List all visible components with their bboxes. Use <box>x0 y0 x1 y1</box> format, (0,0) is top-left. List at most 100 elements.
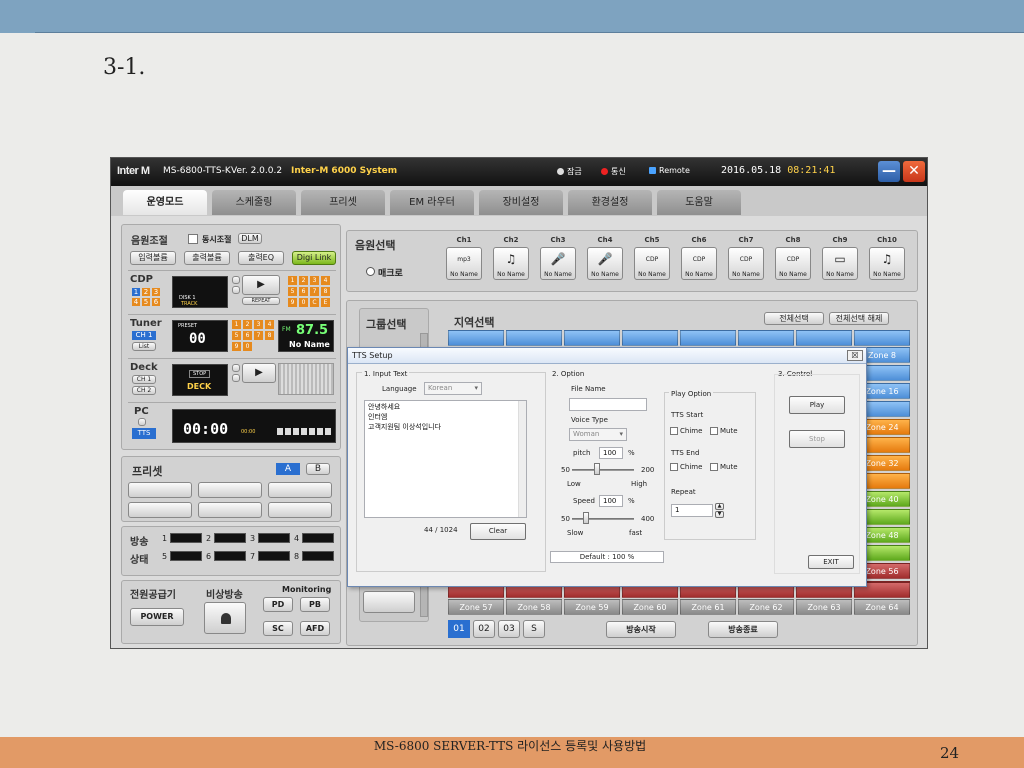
voice-type-select[interactable]: Woman ▾ <box>569 428 627 441</box>
cdp-numpad-key[interactable]: 7 <box>310 287 319 296</box>
emergency-broadcast-button[interactable] <box>204 602 246 634</box>
tuner-numpad-key[interactable]: 1 <box>232 320 241 329</box>
page-03-button[interactable]: 03 <box>498 620 520 638</box>
channel-button[interactable]: ▭ No Name <box>822 247 858 280</box>
zone-button[interactable]: Zone 61 <box>680 599 736 615</box>
channel-button[interactable]: CDP No Name <box>775 247 811 280</box>
speed-slider-thumb[interactable] <box>583 512 589 524</box>
end-chime-checkbox[interactable] <box>670 463 678 471</box>
cdp-key[interactable]: 2 <box>142 288 150 296</box>
cdp-key[interactable]: 5 <box>142 298 150 306</box>
tuner-numpad-key[interactable]: 8 <box>265 331 274 340</box>
speed-slider-track[interactable] <box>572 518 634 520</box>
preset-a-button[interactable]: A <box>276 463 300 475</box>
zone-button[interactable] <box>738 330 794 346</box>
channel-button[interactable]: ♫ No Name <box>493 247 529 280</box>
tab-env-settings[interactable]: 환경설정 <box>568 190 652 215</box>
tuner-numpad-key[interactable]: 3 <box>254 320 263 329</box>
deck-ch2-button[interactable]: CH 2 <box>132 386 156 395</box>
pitch-slider-thumb[interactable] <box>594 463 600 475</box>
page-02-button[interactable]: 02 <box>473 620 495 638</box>
close-button[interactable]: ✕ <box>903 161 925 182</box>
cdp-numpad-key[interactable]: 1 <box>288 276 297 285</box>
zone-button[interactable]: Zone 63 <box>796 599 852 615</box>
deck-rew-icon[interactable] <box>232 364 240 372</box>
pc-arrow-icon[interactable] <box>138 418 146 426</box>
tuner-ch1-button[interactable]: CH 1 <box>132 331 156 340</box>
cdp-numpad-key[interactable]: 9 <box>288 298 297 307</box>
cdp-numpad-key[interactable]: E <box>321 298 330 307</box>
zone-button[interactable]: Zone 62 <box>738 599 794 615</box>
tab-scheduling[interactable]: 스케줄링 <box>212 190 296 215</box>
channel-button[interactable]: mp3 No Name <box>446 247 482 280</box>
page-01-button[interactable]: 01 <box>448 620 470 638</box>
monitor-pd-button[interactable]: PD <box>263 597 293 612</box>
speed-input[interactable]: 100 <box>599 495 623 507</box>
cdp-numpad-key[interactable]: 5 <box>288 287 297 296</box>
tuner-numpad-key[interactable]: 5 <box>232 331 241 340</box>
channel-button[interactable]: 🎤 No Name <box>587 247 623 280</box>
digi-link-button[interactable]: Digi Link <box>292 251 336 265</box>
lock-status[interactable]: 잠금 <box>557 166 582 177</box>
pc-transport-controls[interactable] <box>277 428 333 435</box>
zone-button[interactable] <box>796 330 852 346</box>
cdp-numpad-key[interactable]: 2 <box>299 276 308 285</box>
deselect-all-button[interactable]: 전체선택 해제 <box>829 312 889 325</box>
cdp-repeat-button[interactable]: REPEAT <box>242 297 280 305</box>
simul-control-checkbox[interactable] <box>188 234 198 244</box>
input-volume-button[interactable]: 입력볼륨 <box>130 251 176 265</box>
cdp-next-icon[interactable] <box>232 286 240 294</box>
output-eq-button[interactable]: 출력EQ <box>238 251 284 265</box>
preset-slot[interactable] <box>198 502 262 518</box>
cdp-numpad-key[interactable]: C <box>310 298 319 307</box>
cdp-numpad-key[interactable]: 0 <box>299 298 308 307</box>
preset-slot[interactable] <box>268 482 332 498</box>
tuner-numpad-key[interactable]: 6 <box>243 331 252 340</box>
zone-button[interactable] <box>680 330 736 346</box>
end-mute-checkbox[interactable] <box>710 463 718 471</box>
preset-slot[interactable] <box>268 502 332 518</box>
pitch-slider-track[interactable] <box>572 469 634 471</box>
stop-button[interactable]: Stop <box>789 430 845 448</box>
output-volume-button[interactable]: 출력볼륨 <box>184 251 230 265</box>
macro-radio[interactable] <box>366 267 375 276</box>
broadcast-stop-button[interactable]: 방송종료 <box>708 621 778 638</box>
cdp-key[interactable]: 3 <box>152 288 160 296</box>
channel-button[interactable]: ♫ No Name <box>869 247 905 280</box>
zone-button[interactable]: Zone 58 <box>506 599 562 615</box>
repeat-input[interactable]: 1 <box>671 504 713 517</box>
zone-button[interactable]: Zone 64 <box>854 599 910 615</box>
cdp-key[interactable]: 1 <box>132 288 140 296</box>
monitor-pb-button[interactable]: PB <box>300 597 330 612</box>
cdp-key[interactable]: 6 <box>152 298 160 306</box>
channel-button[interactable]: CDP No Name <box>681 247 717 280</box>
deck-ch1-button[interactable]: CH 1 <box>132 375 156 384</box>
tuner-numpad-key[interactable]: 0 <box>243 342 252 351</box>
exit-button[interactable]: EXIT <box>808 555 854 569</box>
group-slot[interactable] <box>363 591 415 613</box>
remote-status[interactable]: Remote <box>649 166 690 175</box>
tuner-numpad-key[interactable]: 2 <box>243 320 252 329</box>
start-chime-checkbox[interactable] <box>670 427 678 435</box>
power-button[interactable]: POWER <box>130 608 184 626</box>
preset-slot[interactable] <box>128 502 192 518</box>
tab-help[interactable]: 도움말 <box>657 190 741 215</box>
page-s-button[interactable]: S <box>523 620 545 638</box>
select-all-button[interactable]: 전체선택 <box>764 312 824 325</box>
deck-play-button[interactable]: ▶ <box>242 363 276 383</box>
tuner-numpad-key[interactable]: 9 <box>232 342 241 351</box>
text-scrollbar[interactable] <box>518 401 526 517</box>
channel-button[interactable]: CDP No Name <box>728 247 764 280</box>
channel-button[interactable]: CDP No Name <box>634 247 670 280</box>
language-select[interactable]: Korean ▾ <box>424 382 482 395</box>
tab-operation[interactable]: 운영모드 <box>123 190 207 215</box>
file-name-input[interactable] <box>569 398 647 411</box>
zone-button[interactable] <box>506 330 562 346</box>
tab-em-router[interactable]: EM 라우터 <box>390 190 474 215</box>
tab-preset[interactable]: 프리셋 <box>301 190 385 215</box>
repeat-up-icon[interactable]: ▲ <box>715 503 724 510</box>
cdp-prev-icon[interactable] <box>232 276 240 284</box>
zone-button[interactable] <box>448 330 504 346</box>
monitor-sc-button[interactable]: SC <box>263 621 293 636</box>
preset-slot[interactable] <box>128 482 192 498</box>
